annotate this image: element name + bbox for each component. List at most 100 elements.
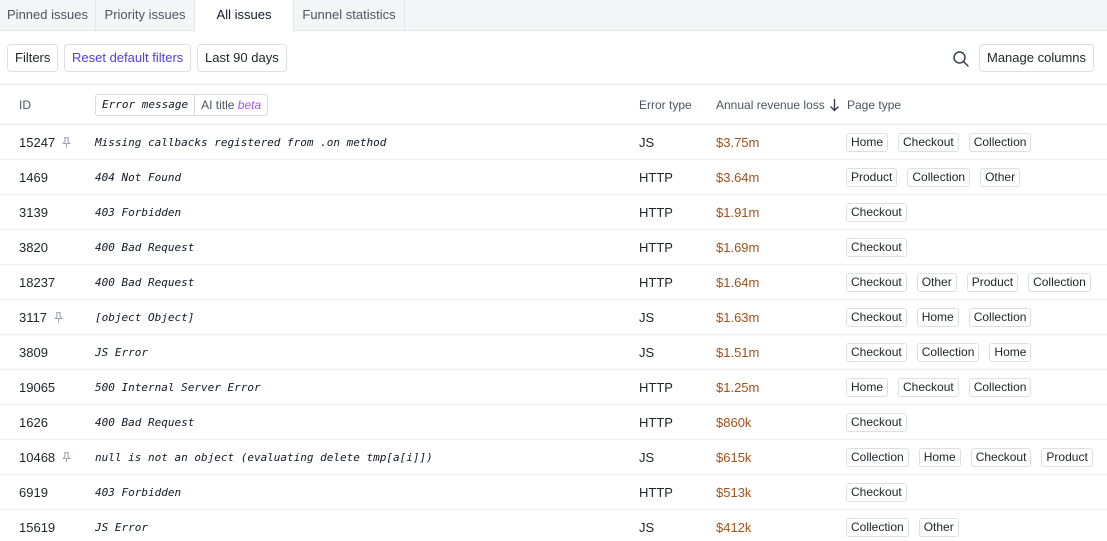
error-message[interactable]: 400 Bad Request xyxy=(95,276,194,289)
page-type-tag: Collection xyxy=(907,168,971,187)
filters-button[interactable]: Filters xyxy=(7,44,59,72)
table-row[interactable]: 18237 400 Bad Request HTTP $1.64m Checkout Ot… xyxy=(0,265,1107,300)
error-message[interactable]: JS Error xyxy=(95,521,148,534)
error-message[interactable]: 500 Internal Server Error xyxy=(95,381,261,394)
issue-id-text: 15247 xyxy=(19,135,56,150)
ai-title-label: AI title xyxy=(201,98,235,112)
table-row[interactable]: 15247 Missing callbacks registered from .… xyxy=(0,125,1107,160)
error-type: HTTP xyxy=(639,380,673,395)
issue-id-text: 15619 xyxy=(19,520,56,535)
error-message[interactable]: 404 Not Found xyxy=(95,171,181,184)
annual-revenue-loss: $1.25m xyxy=(716,380,760,395)
reset-default-filters-button[interactable]: Reset default filters xyxy=(64,44,192,72)
page-type-tag: Checkout xyxy=(898,133,959,152)
column-header-error-type[interactable]: Error type xyxy=(639,98,692,112)
error-type: HTTP xyxy=(639,170,673,185)
arrow-down-icon[interactable] xyxy=(829,98,840,112)
tab-priority-issues[interactable]: Priority issues xyxy=(96,0,195,31)
error-message[interactable]: null is not an object (evaluating delete… xyxy=(95,451,433,464)
error-message[interactable]: Missing callbacks registered from .on me… xyxy=(95,136,386,149)
issue-id: 1626 xyxy=(19,415,48,430)
manage-columns-button[interactable]: Manage columns xyxy=(979,44,1094,72)
page-type-tag: Other xyxy=(918,518,959,537)
page-type-tag: Home xyxy=(916,308,959,327)
page-type-tag: Collection xyxy=(968,378,1032,397)
issue-id: 3809 xyxy=(19,345,48,360)
issue-id: 3139 xyxy=(19,205,48,220)
annual-revenue-loss: $615k xyxy=(716,450,752,465)
page-type-tag: Checkout xyxy=(846,308,907,327)
table-row[interactable]: 19065 500 Internal Server Error HTTP $1.25m… xyxy=(0,370,1107,405)
issue-id-text: 6919 xyxy=(19,485,48,500)
pin-icon[interactable] xyxy=(54,312,63,323)
table-row[interactable]: 15619 JS Error JS $412k Collection Other xyxy=(0,510,1107,541)
pin-icon[interactable] xyxy=(62,452,71,463)
issue-id: 10468 xyxy=(19,450,71,465)
page-type-tags: Checkout xyxy=(846,413,907,432)
tab-all-issues[interactable]: All issues xyxy=(195,0,294,32)
page-type-tag: Collection xyxy=(846,448,909,467)
page-type-tag: Home xyxy=(846,378,889,397)
column-header-revenue[interactable]: Annual revenue loss xyxy=(716,98,825,112)
table-row[interactable]: 1469 404 Not Found HTTP $3.64m Product Collec… xyxy=(0,160,1107,195)
page-type-tags: Checkout xyxy=(846,238,907,257)
issue-id: 3820 xyxy=(19,240,48,255)
issue-tabs: Pinned issues Priority issues All issues… xyxy=(0,0,1107,32)
issue-id: 1469 xyxy=(19,170,48,185)
error-type: HTTP xyxy=(639,240,673,255)
issue-id: 19065 xyxy=(19,380,55,395)
issue-id: 15247 xyxy=(19,135,71,150)
search-icon[interactable] xyxy=(952,50,970,68)
issue-id: 6919 xyxy=(19,485,48,500)
pin-icon[interactable] xyxy=(62,137,71,148)
tab-pinned-issues[interactable]: Pinned issues xyxy=(0,0,96,31)
table-row[interactable]: 3809 JS Error JS $1.51m Checkout Collection Ho… xyxy=(0,335,1107,370)
ai-title-toggle[interactable]: AI title beta xyxy=(195,95,267,115)
error-message[interactable]: [object Object] xyxy=(95,311,194,324)
table-row[interactable]: 3820 400 Bad Request HTTP $1.69m Checkout xyxy=(0,230,1107,265)
page-type-tag: Checkout xyxy=(846,413,907,432)
table-row[interactable]: 1626 400 Bad Request HTTP $860k Checkout xyxy=(0,405,1107,440)
annual-revenue-loss: $1.64m xyxy=(716,275,760,290)
table-row[interactable]: 3117 [object Object] JS $1.63m Checkout Home C… xyxy=(0,300,1107,335)
error-type: JS xyxy=(639,310,655,325)
annual-revenue-loss: $1.63m xyxy=(716,310,760,325)
page-type-tags: Product Collection Other xyxy=(846,168,1021,187)
issue-id: 18237 xyxy=(19,275,55,290)
page-type-tag: Other xyxy=(916,273,957,292)
issue-id: 15619 xyxy=(19,520,55,535)
page-type-tag: Collection xyxy=(1028,273,1091,292)
error-message-toggle[interactable]: Error message xyxy=(96,95,196,115)
annual-revenue-loss: $1.51m xyxy=(716,345,760,360)
page-type-tags: Checkout Collection Home xyxy=(846,343,1032,362)
page-type-tag: Collection xyxy=(968,133,1032,152)
error-type: JS xyxy=(639,450,655,465)
page-type-tag: Checkout xyxy=(846,238,907,257)
page-type-tag: Collection xyxy=(846,518,909,537)
error-message[interactable]: 403 Forbidden xyxy=(95,486,181,499)
page-type-tags: Home Checkout Collection xyxy=(846,133,1032,152)
issue-id-text: 18237 xyxy=(19,275,56,290)
error-message[interactable]: 400 Bad Request xyxy=(95,416,194,429)
tab-funnel-statistics[interactable]: Funnel statistics xyxy=(294,0,405,31)
error-message[interactable]: JS Error xyxy=(95,346,148,359)
issue-id-text: 3117 xyxy=(19,310,47,325)
column-header-id[interactable]: ID xyxy=(19,98,31,112)
column-header-page-type[interactable]: Page type xyxy=(847,98,901,112)
page-type-tags: Collection Home Checkout Product xyxy=(846,448,1093,467)
page-type-tag: Home xyxy=(918,448,961,467)
annual-revenue-loss: $1.69m xyxy=(716,240,760,255)
table-row[interactable]: 10468 null is not an object (evaluating d… xyxy=(0,440,1107,475)
error-message[interactable]: 400 Bad Request xyxy=(95,241,194,254)
date-range-button[interactable]: Last 90 days xyxy=(197,44,287,72)
table-row[interactable]: 3139 403 Forbidden HTTP $1.91m Checkout xyxy=(0,195,1107,230)
issue-id-text: 3809 xyxy=(19,345,48,360)
issue-id: 3117 xyxy=(19,310,63,325)
page-type-tag: Checkout xyxy=(898,378,959,397)
error-message[interactable]: 403 Forbidden xyxy=(95,206,181,219)
issue-id-text: 1626 xyxy=(19,415,48,430)
page-type-tags: Checkout Other Product Collection xyxy=(846,273,1091,292)
table-row[interactable]: 6919 403 Forbidden HTTP $513k Checkout xyxy=(0,475,1107,510)
issue-id-text: 1469 xyxy=(19,170,48,185)
error-type: HTTP xyxy=(639,485,673,500)
